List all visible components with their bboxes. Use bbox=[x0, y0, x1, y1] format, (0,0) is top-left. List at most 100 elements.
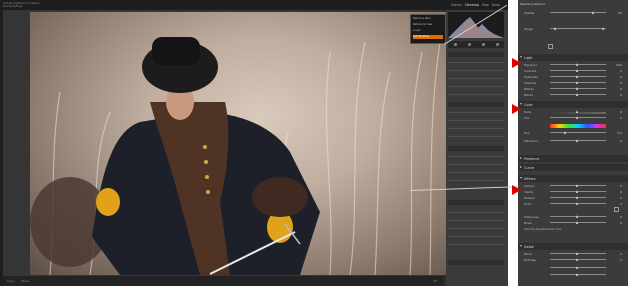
slider-value[interactable]: 0 bbox=[620, 110, 622, 114]
section-presence[interactable]: Presence bbox=[518, 155, 628, 162]
slider-value[interactable]: 0 bbox=[620, 215, 622, 219]
module-book[interactable]: Book bbox=[492, 3, 500, 7]
slider-knob[interactable] bbox=[576, 220, 578, 224]
slider-track[interactable] bbox=[550, 267, 606, 269]
heal-icon[interactable] bbox=[467, 43, 471, 46]
module-develop[interactable]: Develop bbox=[465, 3, 479, 7]
collapsed-triangle-icon[interactable] bbox=[520, 156, 522, 159]
slider-knob[interactable] bbox=[576, 86, 578, 90]
noise-slider[interactable]: Noise 0 bbox=[524, 220, 624, 225]
slider-value[interactable]: 0.0 bbox=[618, 131, 622, 135]
feather-slider[interactable]: Feather 50 bbox=[524, 10, 624, 15]
slider-track[interactable] bbox=[550, 117, 606, 119]
slider-track[interactable] bbox=[550, 70, 606, 72]
grain-slider[interactable]: Grain 0 bbox=[524, 201, 624, 206]
slider-knob[interactable] bbox=[576, 257, 578, 261]
section-curve[interactable]: Curve bbox=[518, 164, 628, 171]
photo-preview[interactable] bbox=[30, 12, 449, 275]
slider-knob[interactable] bbox=[602, 26, 604, 30]
section-light[interactable]: Light bbox=[518, 54, 628, 61]
slider-knob[interactable] bbox=[576, 62, 578, 66]
module-map[interactable]: Map bbox=[482, 3, 489, 7]
popup-item[interactable]: Before & After bbox=[413, 17, 443, 21]
slider-knob[interactable] bbox=[576, 183, 578, 187]
expand-triangle-icon[interactable] bbox=[520, 177, 522, 180]
highlights-slider[interactable]: Highlights 0 bbox=[524, 74, 624, 79]
slider-knob[interactable] bbox=[576, 74, 578, 78]
slider-value[interactable]: 0 bbox=[620, 202, 622, 206]
slider-knob[interactable] bbox=[576, 265, 578, 269]
slider-track[interactable] bbox=[550, 185, 606, 187]
slider-knob[interactable] bbox=[576, 272, 578, 276]
slider-track[interactable] bbox=[550, 132, 606, 134]
hue-spectrum[interactable] bbox=[550, 124, 606, 128]
whites-slider[interactable]: Whites 0 bbox=[524, 86, 624, 91]
panel-section-2[interactable] bbox=[448, 102, 504, 107]
effects-checkbox[interactable] bbox=[614, 207, 619, 212]
slider-value[interactable]: 0 bbox=[620, 221, 622, 225]
slider-track[interactable] bbox=[550, 216, 606, 218]
section-effects[interactable]: Effects bbox=[518, 175, 628, 182]
slider-track[interactable] bbox=[550, 140, 606, 142]
slider-track[interactable] bbox=[550, 64, 606, 66]
panel-section-4[interactable] bbox=[448, 200, 504, 205]
range-slider[interactable]: Range bbox=[524, 26, 624, 31]
slider-track[interactable] bbox=[550, 191, 606, 193]
expand-triangle-icon[interactable] bbox=[520, 245, 522, 248]
slider-value[interactable]: 0 bbox=[620, 196, 622, 200]
zoom-level[interactable]: Fit bbox=[433, 279, 437, 283]
slider-track[interactable] bbox=[550, 197, 606, 199]
slider-value[interactable]: 0 bbox=[620, 69, 622, 73]
dehaze-slider[interactable]: Dehaze 0 bbox=[524, 195, 624, 200]
slider-value[interactable]: 50 bbox=[618, 11, 622, 15]
slider-track[interactable] bbox=[550, 274, 606, 276]
slider-track[interactable] bbox=[550, 253, 606, 255]
panel-section-5[interactable] bbox=[448, 260, 504, 265]
tint-slider[interactable]: Tint 0 bbox=[524, 115, 624, 120]
slider-knob[interactable] bbox=[576, 92, 578, 96]
extra-slider[interactable] bbox=[524, 265, 624, 270]
moire-slider[interactable]: Moire 0 bbox=[524, 251, 624, 256]
slider-value[interactable]: 0 bbox=[620, 87, 622, 91]
paste-button[interactable]: Paste bbox=[21, 279, 29, 283]
slider-knob[interactable] bbox=[576, 201, 578, 205]
slider-knob[interactable] bbox=[576, 195, 578, 199]
slider-track[interactable] bbox=[550, 203, 606, 205]
slider-knob[interactable] bbox=[576, 189, 578, 193]
slider-knob[interactable] bbox=[576, 115, 578, 119]
module-library[interactable]: Library bbox=[451, 3, 463, 7]
section-detail[interactable]: Detail bbox=[518, 243, 628, 250]
contrast-slider[interactable]: Contrast 0 bbox=[524, 68, 624, 73]
slider-knob[interactable] bbox=[576, 138, 578, 142]
slider-value[interactable]: 0 bbox=[620, 93, 622, 97]
redeye-icon[interactable] bbox=[481, 43, 485, 46]
slider-value[interactable]: 0 bbox=[620, 258, 622, 262]
slider-knob[interactable] bbox=[576, 214, 578, 218]
sharpness-slider[interactable]: Sharpness 0 bbox=[524, 214, 624, 219]
slider-knob[interactable] bbox=[576, 80, 578, 84]
slider-track[interactable] bbox=[550, 28, 606, 30]
slider-value[interactable]: 0 bbox=[620, 184, 622, 188]
section-color[interactable]: Color bbox=[518, 101, 628, 108]
slider-track[interactable] bbox=[550, 12, 606, 14]
slider-track[interactable] bbox=[550, 76, 606, 78]
popup-item[interactable]: Loupe bbox=[413, 29, 443, 33]
mask-icon[interactable] bbox=[495, 43, 499, 46]
slider-knob[interactable] bbox=[576, 109, 578, 113]
slider-value[interactable]: 0.00 bbox=[616, 63, 622, 67]
popup-item[interactable]: Reference View bbox=[413, 23, 443, 27]
popup-item-highlighted[interactable]: Soft Proofing bbox=[413, 35, 443, 39]
slider-value[interactable]: 0 bbox=[620, 116, 622, 120]
clarity-slider[interactable]: Clarity 0 bbox=[524, 189, 624, 194]
slider-knob[interactable] bbox=[592, 10, 594, 14]
slider-track[interactable] bbox=[550, 94, 606, 96]
slider-knob[interactable] bbox=[576, 68, 578, 72]
slider-value[interactable]: 0 bbox=[620, 75, 622, 79]
slider-value[interactable]: 0 bbox=[620, 81, 622, 85]
hue-slider[interactable]: Hue 0.0 bbox=[524, 130, 624, 135]
crop-icon[interactable] bbox=[453, 43, 457, 46]
panel-section-3[interactable] bbox=[448, 146, 504, 151]
slider-knob[interactable] bbox=[554, 26, 556, 30]
slider-track[interactable] bbox=[550, 259, 606, 261]
image-canvas[interactable] bbox=[3, 10, 449, 276]
